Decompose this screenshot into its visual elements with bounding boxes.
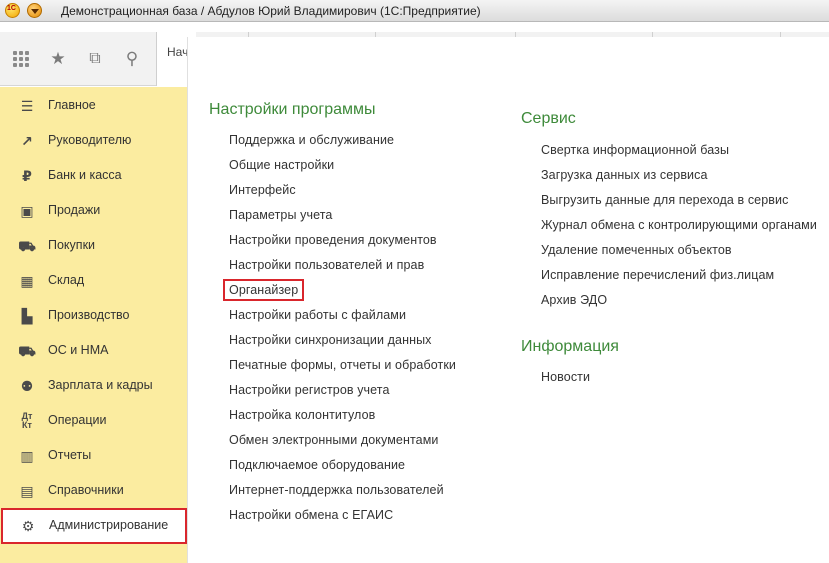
sidebar-item-label: Продажи [48, 203, 101, 217]
sidebar-item-label: Администрирование [49, 518, 169, 532]
settings-link[interactable]: Подключаемое оборудование [229, 458, 405, 472]
sidebar-item-label: Производство [48, 308, 130, 322]
sidebar-item-administration[interactable]: ⚙ Администрирование [1, 508, 187, 544]
sidebar-item-purchases[interactable]: ⛟ Покупки [0, 228, 188, 263]
settings-link[interactable]: Настройка колонтитулов [229, 408, 375, 422]
sidebar-item-reports[interactable]: ▥ Отчеты [0, 438, 188, 473]
sidebar-item-production[interactable]: ▙ Производство [0, 298, 188, 333]
settings-link[interactable]: Настройки обмена с ЕГАИС [229, 508, 393, 522]
sidebar-item-label: Руководителю [48, 133, 132, 147]
settings-link[interactable]: Обмен электронными документами [229, 433, 438, 447]
warehouse-icon: ▦ [20, 273, 34, 289]
sidebar-item-operations[interactable]: Дт Кт Операции [0, 403, 188, 438]
settings-link[interactable]: Настройки регистров учета [229, 383, 390, 397]
sidebar-item-catalogs[interactable]: ▤ Справочники [0, 473, 188, 508]
sidebar-item-label: Банк и касса [48, 168, 122, 182]
factory-icon: ▙ [21, 308, 33, 324]
settings-link[interactable]: Настройки пользователей и прав [229, 258, 424, 272]
gear-icon: ⚙ [21, 518, 35, 534]
all-functions-icon[interactable] [11, 49, 31, 69]
settings-link[interactable]: Интернет-поддержка пользователей [229, 483, 444, 497]
sidebar-item-label: Главное [48, 98, 96, 112]
service-link[interactable]: Удаление помеченных объектов [541, 243, 732, 257]
service-link[interactable]: Загрузка данных из сервиса [541, 168, 708, 182]
book-icon: ▤ [20, 483, 34, 499]
sidebar-item-label: Зарплата и кадры [48, 378, 153, 392]
service-link[interactable]: Исправление перечислений физ.лицам [541, 268, 774, 282]
dt-kt-icon: Дт Кт [21, 411, 33, 430]
main-menu-button[interactable] [27, 3, 42, 18]
trend-icon: ↗ [21, 133, 33, 149]
service-link[interactable]: Архив ЭДО [541, 293, 607, 307]
sidebar-item-sales[interactable]: ▣ Продажи [0, 193, 188, 228]
sidebar-item-label: Склад [48, 273, 85, 287]
sections-sidebar: ☰ Главное ↗ Руководителю ₽ Банк и касса … [0, 87, 188, 563]
settings-link[interactable]: Настройки работы с файлами [229, 308, 406, 322]
sidebar-item-warehouse[interactable]: ▦ Склад [0, 263, 188, 298]
settings-link[interactable]: Общие настройки [229, 158, 334, 172]
cart-icon: ⛟ [18, 238, 36, 254]
section-panel: Настройки программы Поддержка и обслужив… [188, 37, 829, 563]
news-link[interactable]: Новости [541, 370, 590, 384]
people-icon: ⚉ [20, 378, 34, 394]
settings-link[interactable]: Печатные формы, отчеты и обработки [229, 358, 456, 372]
bar-chart-icon: ▥ [20, 448, 34, 464]
service-link[interactable]: Журнал обмена с контролирующими органами [541, 218, 817, 232]
search-icon[interactable]: ⚲ [122, 49, 142, 69]
sidebar-item-manager[interactable]: ↗ Руководителю [0, 123, 188, 158]
sidebar-item-bank[interactable]: ₽ Банк и касса [0, 158, 188, 193]
settings-link[interactable]: Поддержка и обслуживание [229, 133, 394, 147]
info-section-title: Информация [521, 338, 619, 355]
sidebar-item-label: ОС и НМА [48, 343, 109, 357]
sidebar-item-label: Справочники [48, 483, 124, 497]
window-title: Демонстрационная база / Абдулов Юрий Вла… [61, 4, 481, 18]
service-link[interactable]: Свертка информационной базы [541, 143, 729, 157]
settings-section-title: Настройки программы [209, 101, 376, 118]
1c-logo-icon[interactable] [5, 3, 20, 18]
favorites-star-icon[interactable]: ★ [48, 49, 68, 69]
ruble-icon: ₽ [22, 168, 32, 184]
sidebar-item-label: Операции [48, 413, 107, 427]
service-section-title: Сервис [521, 110, 576, 127]
settings-link[interactable]: Интерфейс [229, 183, 296, 197]
sidebar-item-label: Отчеты [48, 448, 92, 462]
service-link[interactable]: Выгрузить данные для перехода в сервис [541, 193, 788, 207]
title-bar: Демонстрационная база / Абдулов Юрий Вла… [0, 0, 829, 22]
organizer-link[interactable]: Органайзер [222, 279, 305, 301]
settings-link[interactable]: Настройки проведения документов [229, 233, 437, 247]
menu-lines-icon: ☰ [20, 98, 34, 114]
sidebar-item-main[interactable]: ☰ Главное [0, 88, 188, 123]
settings-link[interactable]: Настройки синхронизации данных [229, 333, 432, 347]
history-icon[interactable]: ⧉ [85, 49, 105, 69]
truck-icon: ⛟ [18, 343, 36, 359]
settings-link[interactable]: Параметры учета [229, 208, 332, 222]
sidebar-item-assets[interactable]: ⛟ ОС и НМА [0, 333, 188, 368]
bag-icon: ▣ [20, 203, 34, 219]
sidebar-item-label: Покупки [48, 238, 96, 252]
sidebar-item-salary[interactable]: ⚉ Зарплата и кадры [0, 368, 188, 403]
